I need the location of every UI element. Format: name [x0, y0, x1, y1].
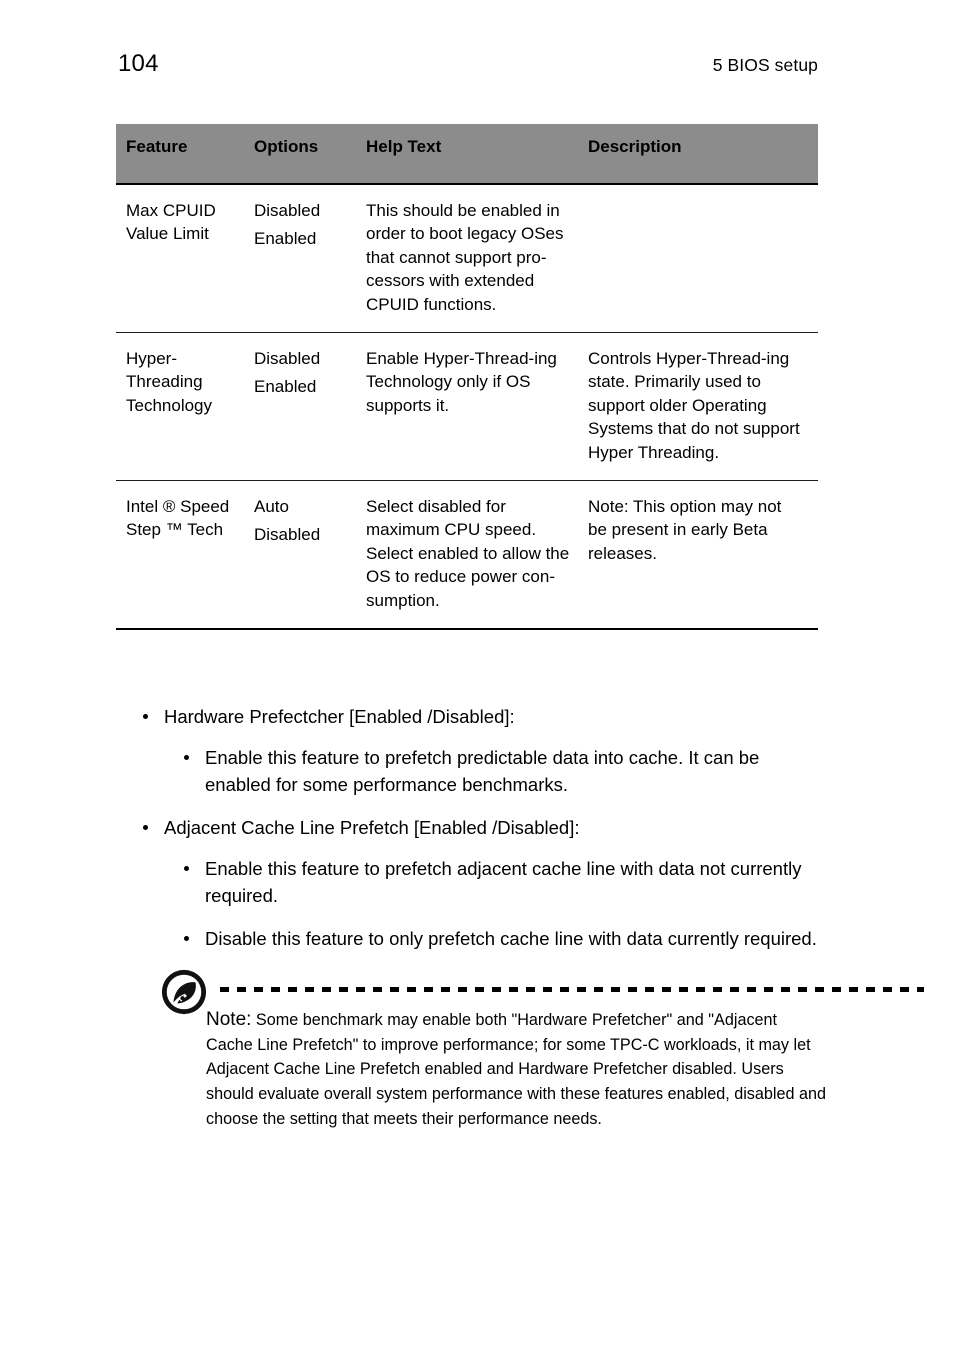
- cell-feature: Intel ® Speed Step ™ Tech: [116, 480, 254, 631]
- list-item: Disable this feature to only prefetch ca…: [116, 925, 826, 952]
- cell-description: Note: This option may not be present in …: [588, 480, 818, 631]
- column-header-feature: Feature: [116, 124, 254, 185]
- option-value: Enabled: [254, 377, 317, 397]
- list-item: Enable this feature to prefetch adjacent…: [116, 855, 826, 909]
- option-value: Auto: [254, 497, 289, 517]
- cell-options: Disabled Enabled: [254, 332, 366, 482]
- cell-help-text: Enable Hyper-Thread-ing Technology only …: [366, 332, 588, 482]
- cell-options: Auto Disabled: [254, 480, 366, 631]
- option-value: Disabled: [254, 201, 321, 220]
- acer-note-icon: [160, 968, 208, 1016]
- table-row: Intel ® Speed Step ™ Tech Auto Disabled …: [116, 480, 818, 631]
- page-number: 104: [118, 50, 159, 77]
- note-label: Note:: [206, 1009, 252, 1030]
- bios-options-table: Feature Options Help Text Description Ma…: [116, 124, 818, 631]
- cell-feature: Hyper-Threading Technology: [116, 332, 254, 482]
- list-item-text: Enable this feature to prefetch predicta…: [205, 747, 760, 795]
- bullet-dot-icon: [143, 825, 148, 830]
- help-text-paragraph: Technology only if OS supports it.: [366, 372, 531, 415]
- list-item: Adjacent Cache Line Prefetch [Enabled /D…: [116, 814, 826, 841]
- list-item-text: Disable this feature to only prefetch ca…: [205, 928, 817, 949]
- table-header-row: Feature Options Help Text Description: [116, 124, 818, 185]
- document-page: 104 5 BIOS setup Feature Options Help Te…: [0, 0, 954, 1369]
- table-row: Hyper-Threading Technology Disabled Enab…: [116, 332, 818, 482]
- cell-feature: Max CPUID Value Limit: [116, 184, 254, 334]
- cell-options: Disabled Enabled: [254, 184, 366, 334]
- column-header-help-text: Help Text: [366, 124, 588, 185]
- list-item-text: Enable this feature to prefetch adjacent…: [205, 858, 802, 906]
- list-item: Hardware Prefectcher [Enabled /Disabled]…: [116, 703, 826, 730]
- note-text: Note: Some benchmark may enable both "Ha…: [206, 1008, 826, 1132]
- note-body: Some benchmark may enable both "Hardware…: [206, 1011, 826, 1128]
- cell-description: [588, 184, 818, 334]
- bullet-dot-icon: [143, 714, 148, 719]
- table-row: Max CPUID Value Limit Disabled Enabled T…: [116, 184, 818, 334]
- option-value: Disabled: [254, 349, 321, 369]
- option-value: Enabled: [254, 229, 317, 249]
- cell-help-text: This should be enabled in order to boot …: [366, 184, 588, 334]
- option-value: Disabled: [254, 525, 321, 545]
- bullet-dot-icon: [184, 866, 189, 871]
- list-item-text: Adjacent Cache Line Prefetch [Enabled /D…: [164, 817, 580, 838]
- cell-description: Controls Hyper-Thread-ing state. Primari…: [588, 332, 818, 482]
- bullet-dot-icon: [184, 936, 189, 941]
- help-text-paragraph: Enable Hyper-Thread-ing: [366, 349, 557, 369]
- cell-help-text: Select disabled for maximum CPU speed. S…: [366, 480, 588, 631]
- chapter-title: 5 BIOS setup: [712, 55, 818, 75]
- list-item: Enable this feature to prefetch predicta…: [116, 744, 826, 798]
- column-header-options: Options: [254, 124, 366, 185]
- note-divider: [220, 987, 924, 992]
- column-header-description: Description: [588, 124, 818, 185]
- list-item-text: Hardware Prefectcher [Enabled /Disabled]…: [164, 706, 515, 727]
- feature-bullet-list: Hardware Prefectcher [Enabled /Disabled]…: [116, 703, 826, 968]
- running-header: 104 5 BIOS setup: [118, 52, 818, 84]
- bullet-dot-icon: [184, 755, 189, 760]
